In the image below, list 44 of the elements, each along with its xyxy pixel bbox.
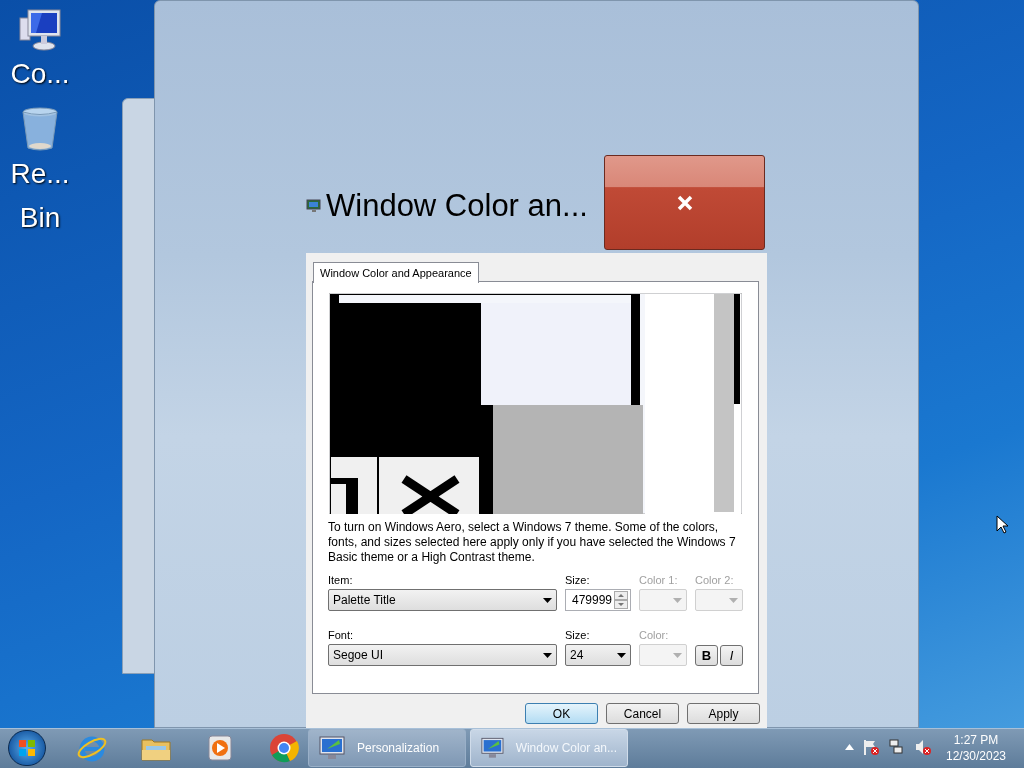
dropdown[interactable]: Segoe UI xyxy=(328,644,557,666)
cursor-icon xyxy=(996,515,1008,534)
icon-label[interactable]: Bin xyxy=(19,196,61,240)
clock-date[interactable]: 12/30/2023 xyxy=(945,748,1007,764)
flag-icon[interactable] xyxy=(862,738,880,756)
size-spin-box[interactable]: 479999 xyxy=(565,589,631,611)
dialog-button[interactable]: Cancel xyxy=(606,703,679,724)
chrome-icon[interactable] xyxy=(268,732,300,764)
caret-icon xyxy=(617,652,626,658)
field-label: Size: xyxy=(565,574,591,587)
toggle-button[interactable]: B xyxy=(695,645,718,666)
caret-icon xyxy=(673,597,682,603)
field-label: Item: xyxy=(328,574,354,587)
dropdown[interactable]: Palette Title xyxy=(328,589,557,611)
network-icon[interactable] xyxy=(888,738,906,756)
caret-icon xyxy=(673,652,682,658)
monitor-icon xyxy=(481,735,506,761)
field-label: Color 1: xyxy=(639,574,679,587)
field-label: Color: xyxy=(639,629,670,642)
recycle-bin-icon[interactable] xyxy=(20,106,60,152)
caret-icon xyxy=(543,652,552,658)
dropdown[interactable]: 24 xyxy=(565,644,631,666)
caret-icon xyxy=(729,597,738,603)
monitor-icon xyxy=(319,735,347,761)
windows-logo-icon xyxy=(18,739,36,757)
caret-icon xyxy=(543,597,552,603)
field-label: Font: xyxy=(328,629,355,642)
tab[interactable]: Window Color and Appearance xyxy=(313,262,479,283)
dialog-button[interactable]: OK xyxy=(525,703,598,724)
computer-icon[interactable] xyxy=(16,8,64,52)
close-icon xyxy=(676,194,693,211)
icon-label[interactable]: Co... xyxy=(10,52,70,96)
spin-arrows-icon[interactable] xyxy=(614,591,628,609)
monitor-icon xyxy=(306,197,322,214)
description-text: To turn on Windows Aero, select a Windows 7 theme. Some of the colors, fonts, and sizes selected here apply only if you have selected the Windows 7 Basic theme or a High Contrast theme. xyxy=(328,520,737,565)
toggle-button[interactable]: I xyxy=(720,645,743,666)
show-hidden-icons-icon[interactable] xyxy=(845,744,854,750)
dialog-button[interactable]: Apply xyxy=(687,703,760,724)
close-button[interactable] xyxy=(604,155,765,250)
speaker-muted-icon[interactable] xyxy=(914,738,932,756)
field-label: Size: xyxy=(565,629,591,642)
icon-label[interactable]: Re... xyxy=(10,152,70,196)
window-title: Window Color an... xyxy=(326,190,588,221)
field-label: Color 2: xyxy=(695,574,735,587)
